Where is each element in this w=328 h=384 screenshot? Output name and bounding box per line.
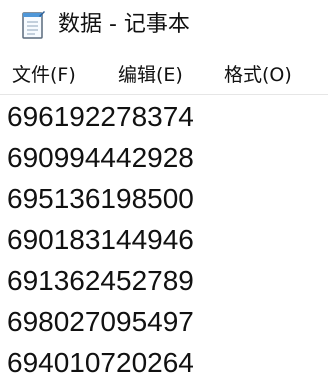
text-line: 691362452789 [7, 265, 194, 296]
menu-file[interactable]: 文件(F) [12, 62, 76, 88]
text-editor[interactable]: 696192278374 690994442928 695136198500 6… [0, 95, 328, 384]
notepad-window: 数据 - 记事本 文件(F) 编辑(E) 格式(O) 696192278374 … [0, 0, 328, 384]
text-line: 690994442928 [7, 142, 194, 173]
menu-edit[interactable]: 编辑(E) [118, 62, 183, 88]
text-line: 694010720264 [7, 347, 194, 378]
title-bar: 数据 - 记事本 [0, 0, 328, 52]
text-line: 690183144946 [7, 224, 194, 255]
menu-format[interactable]: 格式(O) [224, 62, 292, 88]
window-title: 数据 - 记事本 [58, 12, 190, 37]
notepad-icon [22, 11, 45, 39]
text-line: 695136198500 [7, 183, 194, 214]
text-line: 696192278374 [7, 101, 194, 132]
menu-bar: 文件(F) 编辑(E) 格式(O) [0, 56, 328, 95]
text-line: 698027095497 [7, 306, 194, 337]
